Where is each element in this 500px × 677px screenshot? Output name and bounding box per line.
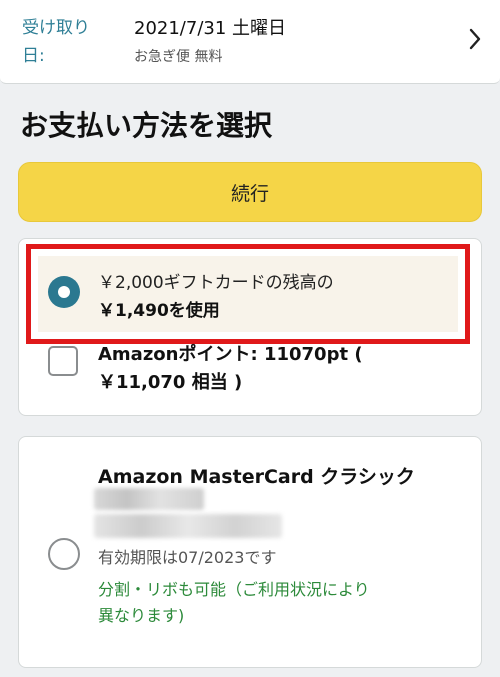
- gift-card-radio[interactable]: [48, 276, 80, 308]
- redacted-card-info: [94, 488, 204, 510]
- installment-note: 分割・リボも可能（ご利用状況により: [98, 580, 370, 599]
- chevron-right-icon[interactable]: [468, 26, 482, 52]
- credit-card-radio[interactable]: [48, 538, 80, 570]
- credit-card-name: Amazon MasterCard クラシック: [98, 466, 415, 488]
- gift-card-highlight-box: [26, 244, 470, 344]
- installment-note-cont: 異なります): [98, 606, 185, 625]
- amazon-points-text: Amazonポイント: 11070pt (: [98, 344, 363, 365]
- continue-button[interactable]: 続行: [18, 162, 482, 222]
- delivery-label: 受け取り日:: [22, 18, 90, 66]
- amazon-points-checkbox[interactable]: [48, 346, 78, 376]
- gift-card-balance-text: ￥2,000ギフトカードの残高の: [98, 273, 334, 293]
- gift-card-use-amount: ￥1,490を使用: [98, 301, 220, 321]
- card-expiry: 有効期限は07/2023です: [98, 548, 277, 567]
- radio-dot-icon: [58, 286, 70, 298]
- amazon-points-value: ￥11,070 相当 ): [98, 372, 243, 393]
- page-title: お支払い方法を選択: [20, 109, 273, 142]
- redacted-card-number: [94, 514, 282, 538]
- delivery-option: お急ぎ便 無料: [134, 49, 223, 65]
- delivery-card[interactable]: 受け取り日: 2021/7/31 土曜日 お急ぎ便 無料: [0, 0, 500, 84]
- delivery-date: 2021/7/31 土曜日: [134, 18, 287, 39]
